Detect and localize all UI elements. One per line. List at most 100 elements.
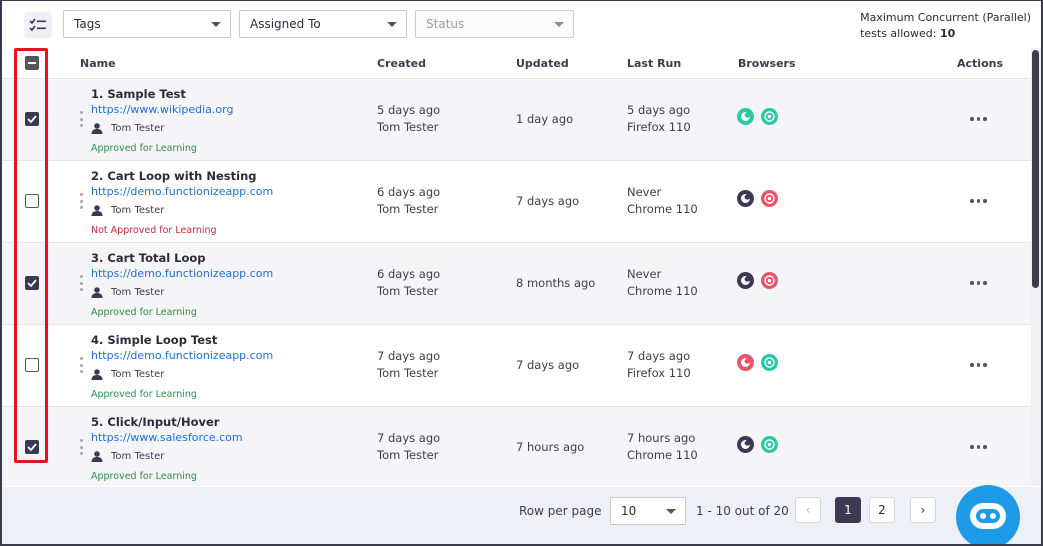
updated-cell: 8 months ago [516,276,596,290]
last-run-time: 7 hours ago [627,431,696,445]
row-checkbox[interactable] [25,358,39,372]
firefox-icon [737,108,754,125]
header-created[interactable]: Created [377,57,426,70]
test-name[interactable]: 3. Cart Total Loop [91,251,206,265]
approval-status: Approved for Learning [91,471,197,482]
concurrent-label-2: tests allowed: [860,27,937,40]
checklist-icon[interactable] [24,12,52,38]
header-name[interactable]: Name [80,57,116,70]
last-run-browser: Firefox 110 [627,366,691,380]
page-1-button[interactable]: 1 [835,497,861,523]
robot-icon [970,503,1006,529]
table-row[interactable]: 5. Click/Input/Hover https://www.salesfo… [2,407,1032,486]
chrome-icon [761,190,778,207]
concurrent-tests-info: Maximum Concurrent (Parallel) tests allo… [860,10,1031,42]
app-frame: Tags Assigned To Status Maximum Concurre… [0,0,1043,546]
status-filter[interactable]: Status [415,10,574,38]
test-name[interactable]: 2. Cart Loop with Nesting [91,169,257,183]
more-actions-icon[interactable] [970,199,987,203]
test-owner-name: Tom Tester [111,205,165,216]
browser-icons [737,354,778,371]
created-by: Tom Tester [377,202,439,216]
test-url[interactable]: https://demo.functionizeapp.com [91,267,273,280]
firefox-icon [737,190,754,207]
last-run-time: Never [627,185,662,199]
test-owner: Tom Tester [91,123,164,134]
last-run-browser: Chrome 110 [627,202,698,216]
table-row[interactable]: 1. Sample Test https://www.wikipedia.org… [2,79,1032,161]
scrollbar[interactable] [1031,48,1041,486]
approval-status: Approved for Learning [91,389,197,400]
header-last-run[interactable]: Last Run [627,57,681,70]
row-checkbox[interactable] [25,112,39,126]
test-owner-name: Tom Tester [111,287,165,298]
created-cell: 5 days ago Tom Tester [377,102,440,136]
browser-icons [737,190,778,207]
created-time: 7 days ago [377,349,441,363]
user-icon [91,369,103,380]
concurrent-label: Maximum Concurrent (Parallel) [860,11,1031,24]
rows-per-page-select[interactable]: 10 [610,497,686,525]
checkmark-icon [27,443,37,451]
drag-handle-icon[interactable] [79,357,83,373]
last-run-cell: Never Chrome 110 [627,184,698,218]
test-owner: Tom Tester [91,287,164,298]
created-by: Tom Tester [377,120,439,134]
updated-cell: 1 day ago [516,112,574,126]
test-url[interactable]: https://demo.functionizeapp.com [91,185,273,198]
assigned-to-filter[interactable]: Assigned To [239,10,407,38]
created-time: 6 days ago [377,185,441,199]
test-url[interactable]: https://demo.functionizeapp.com [91,349,273,362]
header-updated[interactable]: Updated [516,57,569,70]
last-run-cell: Never Chrome 110 [627,266,698,300]
browser-icons [737,272,778,289]
test-url[interactable]: https://www.wikipedia.org [91,103,233,116]
chatbot-button[interactable] [956,485,1020,544]
drag-handle-icon[interactable] [79,193,83,209]
last-run-cell: 7 hours ago Chrome 110 [627,430,698,464]
drag-handle-icon[interactable] [79,111,83,127]
chevron-down-icon [666,509,676,514]
more-actions-icon[interactable] [970,445,987,449]
test-name[interactable]: 5. Click/Input/Hover [91,415,219,429]
test-name[interactable]: 1. Sample Test [91,87,186,101]
table-body: 1. Sample Test https://www.wikipedia.org… [2,79,1032,486]
tags-filter[interactable]: Tags [63,10,231,38]
updated-cell: 7 days ago [516,358,580,372]
chrome-icon [761,108,778,125]
test-owner: Tom Tester [91,205,164,216]
test-name[interactable]: 4. Simple Loop Test [91,333,217,347]
browser-icons [737,436,778,453]
more-actions-icon[interactable] [970,117,987,121]
table-row[interactable]: 3. Cart Total Loop https://demo.function… [2,243,1032,325]
user-icon [91,205,103,216]
last-run-time: 7 days ago [627,349,691,363]
prev-page-button[interactable]: ‹ [795,497,821,523]
created-by: Tom Tester [377,366,439,380]
row-checkbox[interactable] [25,276,39,290]
more-actions-icon[interactable] [970,363,987,367]
more-actions-icon[interactable] [970,281,987,285]
drag-handle-icon[interactable] [79,275,83,291]
created-by: Tom Tester [377,448,439,462]
drag-handle-icon[interactable] [79,439,83,455]
approval-status: Not Approved for Learning [91,225,217,236]
user-icon [91,287,103,298]
select-all-checkbox[interactable] [25,56,39,70]
pagination-footer: Row per page 10 1 - 10 out of 20 ‹ 1 2 › [2,485,1041,544]
rows-per-page-label: Row per page [519,504,602,518]
next-page-button[interactable]: › [910,497,936,523]
test-url[interactable]: https://www.salesforce.com [91,431,243,444]
row-checkbox[interactable] [25,194,39,208]
created-by: Tom Tester [377,284,439,298]
test-owner-name: Tom Tester [111,451,165,462]
assigned-to-filter-label: Assigned To [250,17,321,31]
header-browsers: Browsers [738,57,796,70]
page-2-button[interactable]: 2 [869,497,895,523]
scrollbar-thumb[interactable] [1032,50,1039,288]
created-cell: 7 days ago Tom Tester [377,430,440,464]
table-row[interactable]: 2. Cart Loop with Nesting https://demo.f… [2,161,1032,243]
last-run-browser: Firefox 110 [627,120,691,134]
table-row[interactable]: 4. Simple Loop Test https://demo.functio… [2,325,1032,407]
row-checkbox[interactable] [25,440,39,454]
